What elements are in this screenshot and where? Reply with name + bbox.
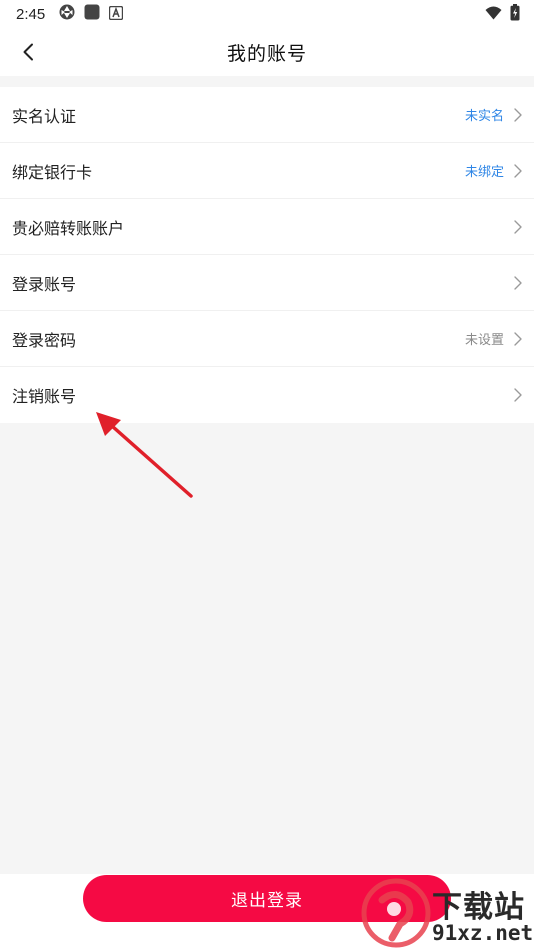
status-time: 2:45 [16, 5, 46, 23]
menu-item-label: 登录密码 [12, 330, 77, 350]
menu-item-label: 注销账号 [12, 387, 77, 406]
chevron-right-icon [514, 107, 522, 122]
menu-item-login-account[interactable]: 登录账号 [0, 255, 534, 311]
status-bar: 2:45 [0, 0, 534, 28]
menu-item-label: 登录账号 [12, 274, 77, 294]
menu-item-delete-account[interactable]: 注销账号 [0, 367, 534, 423]
app-header: 我的账号 [0, 28, 534, 76]
menu-item-login-password[interactable]: 登录密码 未设置 [0, 311, 534, 367]
status-system-icons [485, 3, 520, 25]
status-value: 未实名 [464, 109, 504, 124]
status-value: 未绑定 [464, 165, 504, 180]
menu-item-label: 绑定银行卡 [12, 162, 93, 182]
wifi-icon [485, 5, 502, 24]
chevron-right-icon [514, 219, 522, 234]
logout-button[interactable]: 退出登录 [83, 875, 451, 922]
menu-item-transfer-account[interactable]: 贵必赔转账账户 [0, 199, 534, 255]
menu-item-label: 贵必赔转账账户 [12, 218, 125, 238]
back-button[interactable] [14, 38, 42, 66]
app-square-icon [84, 4, 100, 24]
status-notification-icons [59, 4, 124, 24]
menu-item-label: 实名认证 [12, 106, 77, 126]
chevron-left-icon [23, 43, 33, 61]
status-value: 未设置 [464, 333, 504, 348]
chevron-right-icon [514, 163, 522, 178]
text-a-icon [109, 5, 124, 24]
chevron-right-icon [514, 388, 522, 402]
menu-item-real-name-verification[interactable]: 实名认证 未实名 [0, 87, 534, 143]
menu-item-bind-bank-card[interactable]: 绑定银行卡 未绑定 [0, 143, 534, 199]
aperture-icon [59, 4, 75, 24]
page-title: 我的账号 [226, 42, 307, 65]
chevron-right-icon [514, 331, 522, 346]
account-menu-list: 实名认证 未实名 绑定银行卡 未绑定 贵必赔转账账户 登录账号 登录密码 未设置… [0, 87, 534, 423]
battery-icon [510, 3, 520, 25]
chevron-right-icon [514, 275, 522, 290]
